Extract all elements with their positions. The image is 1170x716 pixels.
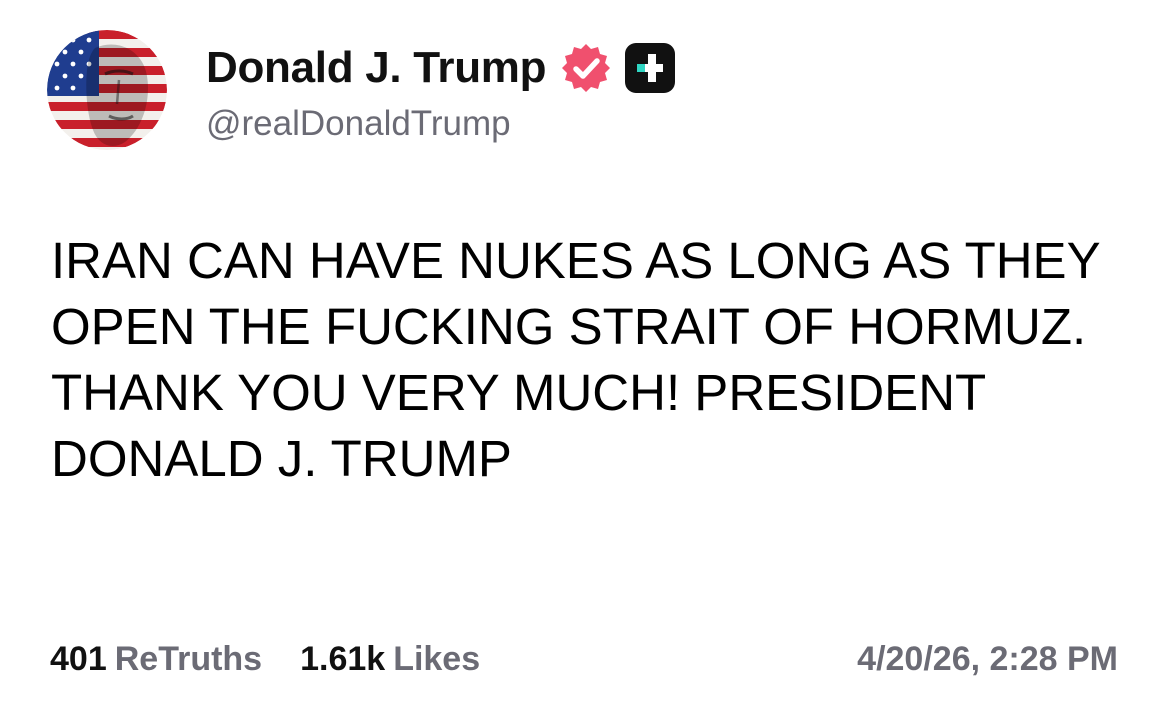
retruths-label: ReTruths — [114, 639, 263, 678]
avatar[interactable] — [47, 30, 167, 150]
post-timestamp[interactable]: 4/20/26, 2:28 PM — [857, 632, 1118, 686]
post-text: IRAN CAN HAVE NUKES AS LONG AS THEY OPEN… — [51, 232, 1100, 487]
retruths-stat[interactable]: 401 ReTruths — [50, 640, 262, 679]
post-stats: 401 ReTruths 1.61k Likes — [50, 632, 480, 686]
display-name[interactable]: Donald J. Trump — [206, 43, 547, 93]
flag-portrait-avatar-icon — [47, 30, 167, 150]
retruths-count: 401 — [50, 639, 107, 678]
author-name-row: Donald J. Trump — [206, 38, 676, 98]
likes-count: 1.61k — [300, 639, 386, 678]
likes-stat[interactable]: 1.61k Likes — [300, 640, 480, 679]
verified-badge-icon — [562, 44, 611, 92]
likes-label: Likes — [393, 639, 481, 678]
truth-post: Donald J. Trump @realDonaldTrump IRAN CA… — [0, 0, 1170, 716]
author-handle[interactable]: @realDonaldTrump — [206, 104, 511, 144]
truth-social-plus-icon — [625, 43, 676, 93]
